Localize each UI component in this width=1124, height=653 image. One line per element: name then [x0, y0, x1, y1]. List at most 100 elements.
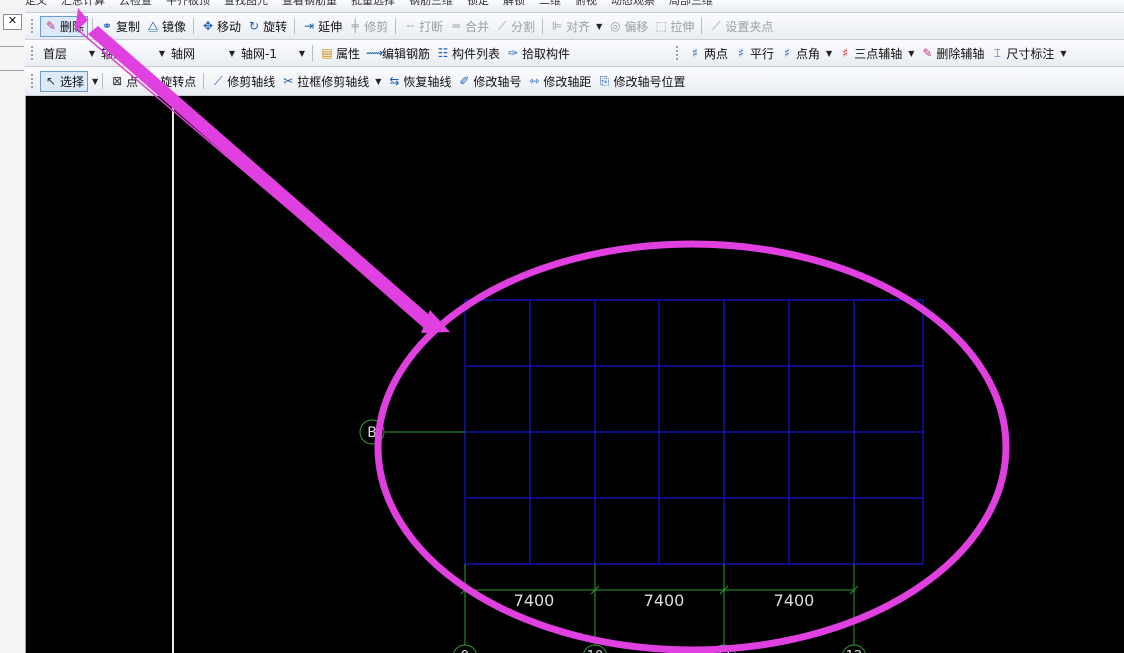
axis-two-points-icon: ♯ — [692, 46, 698, 60]
trim-icon: ╪ — [351, 19, 359, 33]
rotate-point-icon: ↺ — [146, 74, 157, 88]
stretch-button[interactable]: ⬚ 拉伸 — [651, 16, 697, 36]
axis-label-b: B — [367, 425, 377, 441]
copy-icon: ⚭ — [101, 19, 113, 33]
dimension-text: 7400 — [644, 591, 685, 610]
axis-grid[interactable] — [464, 299, 924, 565]
toolbar-grip[interactable] — [31, 46, 37, 60]
axis-label-bottom: 9 — [461, 649, 469, 653]
point-angle-icon: ♯ — [784, 46, 790, 60]
point-angle-button[interactable]: ♯ 点角 ▼ — [777, 43, 835, 63]
chevron-down-icon: ▼ — [158, 48, 165, 58]
rotate-point-button[interactable]: ↺ 旋转点 — [141, 71, 199, 91]
top-item[interactable]: 汇总计算 — [61, 0, 105, 8]
offset-button[interactable]: ◎ 偏移 — [605, 16, 651, 36]
axis-label-bottom: 11 — [716, 649, 733, 653]
box-trim-axis-button[interactable]: ✂ 拉框修剪轴线 ▼ — [278, 71, 384, 91]
axis-bubble-bottom — [453, 644, 477, 653]
toolbar-separator — [102, 73, 104, 89]
copy-button[interactable]: ⚭ 复制 — [97, 16, 143, 36]
top-item[interactable]: 钢筋三维 — [409, 0, 453, 8]
panel-divider — [0, 46, 24, 47]
axis-bubble-bottom — [712, 644, 736, 653]
axis-bubble-bottom — [842, 644, 866, 653]
top-item[interactable]: 锁定 — [467, 0, 489, 8]
eraser-icon: ✎ — [45, 19, 57, 33]
toolbar-grip[interactable] — [31, 19, 37, 33]
three-point-axis-button[interactable]: ♯ 三点辅轴 ▼ — [835, 43, 917, 63]
split-icon: ⟋ — [497, 18, 507, 33]
component-list-button[interactable]: ☷ 构件列表 — [433, 43, 503, 63]
point-button[interactable]: ⊠ 点 — [107, 71, 141, 91]
chevron-down-icon: ▼ — [596, 21, 603, 31]
eraser-icon: ✎ — [922, 46, 933, 60]
trim-axis-button[interactable]: ⟋ 修剪轴线 — [208, 71, 278, 91]
extend-icon: ⇥ — [304, 19, 315, 33]
modify-spacing-button[interactable]: ⇿ 修改轴距 — [524, 71, 594, 91]
modify-label-pos-button[interactable]: ⎘ 修改轴号位置 — [594, 71, 688, 91]
break-button[interactable]: ╌ 打断 — [400, 16, 446, 36]
modify-label-button[interactable]: ✐ 修改轴号 — [454, 71, 524, 91]
delete-aux-button[interactable]: ✎ 删除辅轴 — [917, 43, 987, 63]
extend-button[interactable]: ⇥ 延伸 — [299, 16, 345, 36]
toolbar-separator — [701, 18, 703, 34]
move-icon: ✥ — [203, 19, 214, 33]
eyedropper-icon: ✑ — [508, 46, 519, 60]
trim-axis-icon: ⟋ — [214, 73, 223, 88]
trim-button[interactable]: ╪ 修剪 — [345, 16, 391, 36]
delete-button[interactable]: ✎ 删除 — [40, 15, 89, 37]
top-item[interactable]: 二维 — [539, 0, 561, 8]
align-button[interactable]: ⊫ 对齐 ▼ — [547, 16, 605, 36]
parallel-button[interactable]: ♯ 平行 — [731, 43, 777, 63]
instance-select[interactable]: 轴网-1 ▼ — [238, 44, 308, 62]
top-item[interactable]: 解锁 — [503, 0, 525, 8]
parallel-icon: ♯ — [738, 46, 744, 60]
mirror-icon: ⧋ — [147, 18, 159, 33]
drawing-canvas[interactable]: B 7400 7400 7400 9 10 11 12 — [0, 0, 1124, 653]
top-item[interactable]: 定义 — [25, 0, 47, 8]
set-grip-button[interactable]: ⟋ 设置夹点 — [706, 16, 776, 36]
top-item[interactable]: 局部三维 — [669, 0, 713, 8]
top-item[interactable]: 云检查 — [119, 0, 152, 8]
pick-component-button[interactable]: ✑ 拾取构件 — [503, 43, 573, 63]
properties-button[interactable]: ▤ 属性 — [317, 43, 363, 63]
toolbar-separator — [294, 18, 296, 34]
list-icon: ☷ — [437, 46, 449, 60]
grid-border — [464, 299, 924, 565]
top-item[interactable]: 俯视 — [575, 0, 597, 8]
top-toolbar-strip: 定义 汇总计算 云检查 平齐板顶 查找图元 查看钢筋量 批量选择 钢筋三维 锁定… — [25, 0, 1124, 13]
toolbar-separator — [92, 18, 94, 34]
category-select[interactable]: 轴线 ▼ — [98, 44, 168, 62]
top-item[interactable]: 平齐板顶 — [166, 0, 210, 8]
two-points-button[interactable]: ♯ 两点 — [685, 43, 731, 63]
mirror-button[interactable]: ⧋ 镜像 — [143, 16, 189, 36]
top-item[interactable]: 查找图元 — [224, 0, 268, 8]
align-icon: ⊫ — [551, 19, 563, 33]
toolbar-grip[interactable] — [676, 46, 682, 60]
floor-select[interactable]: 首层 ▼ — [40, 44, 98, 62]
toolbar-grip[interactable] — [31, 74, 37, 88]
select-button[interactable]: ↖ 选择 — [40, 70, 89, 92]
dimension-button[interactable]: ⌶ 尺寸标注 ▼ — [987, 43, 1069, 63]
chevron-down-icon[interactable]: ▼ — [92, 77, 98, 86]
dimension-tick — [590, 585, 600, 595]
top-item[interactable]: 查看钢筋量 — [282, 0, 337, 8]
rotate-button[interactable]: ↻ 旋转 — [244, 16, 290, 36]
toolbar-separator — [542, 18, 544, 34]
chevron-down-icon: ▼ — [908, 48, 915, 58]
restore-axis-button[interactable]: ⇆ 恢复轴线 — [384, 71, 454, 91]
merge-button[interactable]: ═ 合并 — [446, 16, 492, 36]
toolbar-separator — [193, 18, 195, 34]
arrowhead-bottom — [421, 310, 450, 333]
split-button[interactable]: ⟋ 分割 — [492, 16, 538, 36]
type-select[interactable]: 轴网 ▼ — [168, 44, 238, 62]
move-button[interactable]: ✥ 移动 — [198, 16, 244, 36]
edit-rebar-button[interactable]: ⟿ 编辑钢筋 — [363, 43, 433, 63]
axis-label-bottom: 10 — [587, 649, 604, 653]
top-item[interactable]: 动态观察 — [611, 0, 655, 8]
panel-close-button[interactable]: ✕ — [3, 14, 22, 30]
chevron-down-icon: ▼ — [826, 48, 833, 58]
merge-icon: ═ — [452, 19, 460, 33]
top-item[interactable]: 批量选择 — [351, 0, 395, 8]
dimension-tick — [719, 585, 729, 595]
